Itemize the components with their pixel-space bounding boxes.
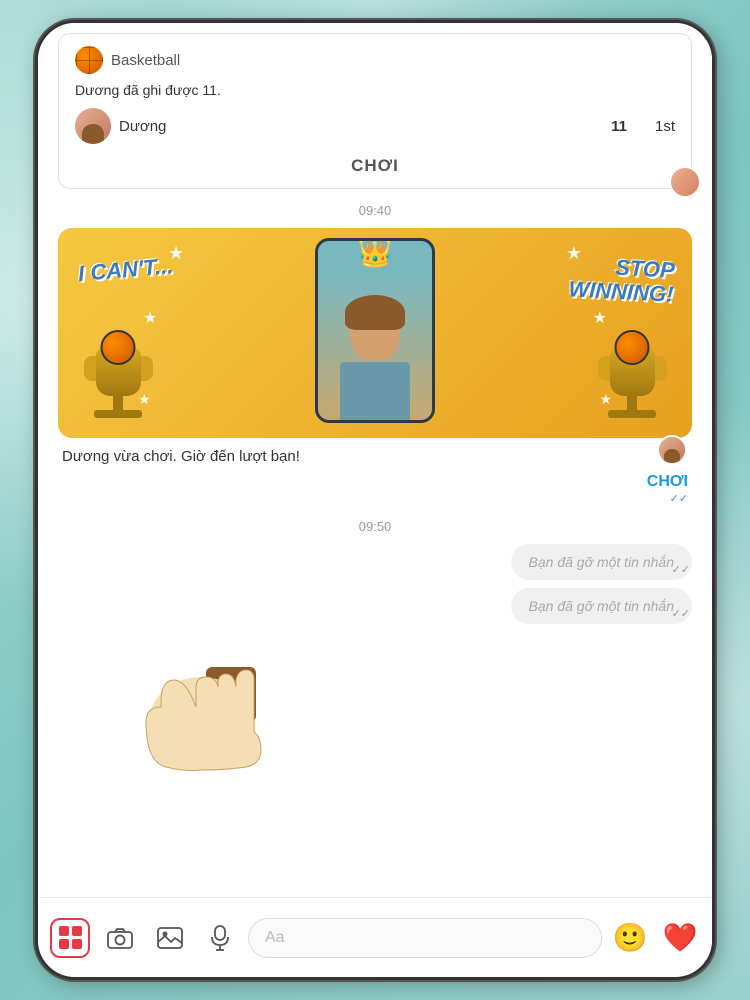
grid-dot-3: [59, 939, 69, 949]
cursor-overlay: [106, 602, 306, 802]
player-score: 11: [611, 118, 627, 135]
basketball-icon: [75, 46, 103, 74]
grid-dot-2: [72, 926, 82, 936]
trophy-left: [83, 348, 153, 438]
chat-area: Basketball Dương đã ghi được 11. Dương 1…: [38, 23, 712, 897]
phone-frame: Basketball Dương đã ghi được 11. Dương 1…: [35, 20, 715, 980]
deleted-message-1: Bạn đã gỡ một tin nhắn: [511, 544, 692, 580]
emoji-button[interactable]: 🙂: [608, 916, 652, 960]
grid-dot-4: [72, 939, 82, 949]
read-tick-2: ✓✓: [672, 607, 690, 620]
crown: 👑: [358, 238, 393, 269]
deleted-msg-2-wrapper: Bạn đã gỡ một tin nhắn ✓✓: [58, 588, 692, 624]
play-button-top[interactable]: CHƠI: [75, 156, 675, 176]
heart-button[interactable]: ❤️: [658, 916, 702, 960]
gallery-button[interactable]: [148, 916, 192, 960]
banner-right-text: STOPWINNING!: [568, 253, 675, 307]
camera-icon: [107, 925, 133, 951]
mic-button[interactable]: [198, 916, 242, 960]
win-avatar-corner: [657, 435, 687, 465]
input-placeholder: Aa: [265, 929, 285, 947]
timestamp-1: 09:40: [38, 203, 712, 218]
banner-left-text: I CAN'T...: [77, 254, 174, 286]
game-card-top: Basketball Dương đã ghi được 11. Dương 1…: [58, 33, 692, 189]
win-message-text: Dương vừa chơi. Giờ đến lượt bạn!: [58, 438, 692, 469]
score-text: Dương đã ghi được 11.: [75, 82, 675, 98]
timestamp-2: 09:50: [38, 519, 712, 534]
read-tick: ✓✓: [670, 493, 688, 505]
camera-button[interactable]: [98, 916, 142, 960]
gallery-icon: [157, 927, 183, 949]
star-4: ★: [593, 308, 607, 328]
deleted-msg-1-wrapper: Bạn đã gỡ một tin nhắn ✓✓: [58, 544, 692, 580]
score-row: Dương 11 1st: [75, 108, 675, 144]
bottom-toolbar: Aa 🙂 ❤️: [38, 897, 712, 977]
mic-icon: [210, 925, 230, 951]
grid-button[interactable]: [48, 916, 92, 960]
player-avatar: [75, 108, 111, 144]
deleted-message-2: Bạn đã gỡ một tin nhắn: [511, 588, 692, 624]
emoji-icon: 🙂: [613, 921, 648, 954]
heart-icon: ❤️: [663, 921, 698, 954]
read-tick-1: ✓✓: [672, 563, 690, 576]
trophy-right: [597, 348, 667, 438]
player-rank: 1st: [655, 118, 675, 135]
win-banner: I CAN'T... STOPWINNING! ★ ★ ★ ★ ★ ★: [58, 228, 692, 438]
grid-dot-1: [59, 926, 69, 936]
game-label: Basketball: [111, 52, 180, 69]
player-name: Dương: [119, 118, 603, 135]
message-input[interactable]: Aa: [248, 918, 602, 958]
win-message-wrapper: I CAN'T... STOPWINNING! ★ ★ ★ ★ ★ ★: [58, 228, 692, 507]
center-phone: 👑: [315, 238, 435, 423]
star-2: ★: [143, 308, 157, 328]
grid-icon-box: [50, 918, 90, 958]
grid-dots: [59, 926, 82, 949]
corner-avatar: [669, 166, 701, 198]
